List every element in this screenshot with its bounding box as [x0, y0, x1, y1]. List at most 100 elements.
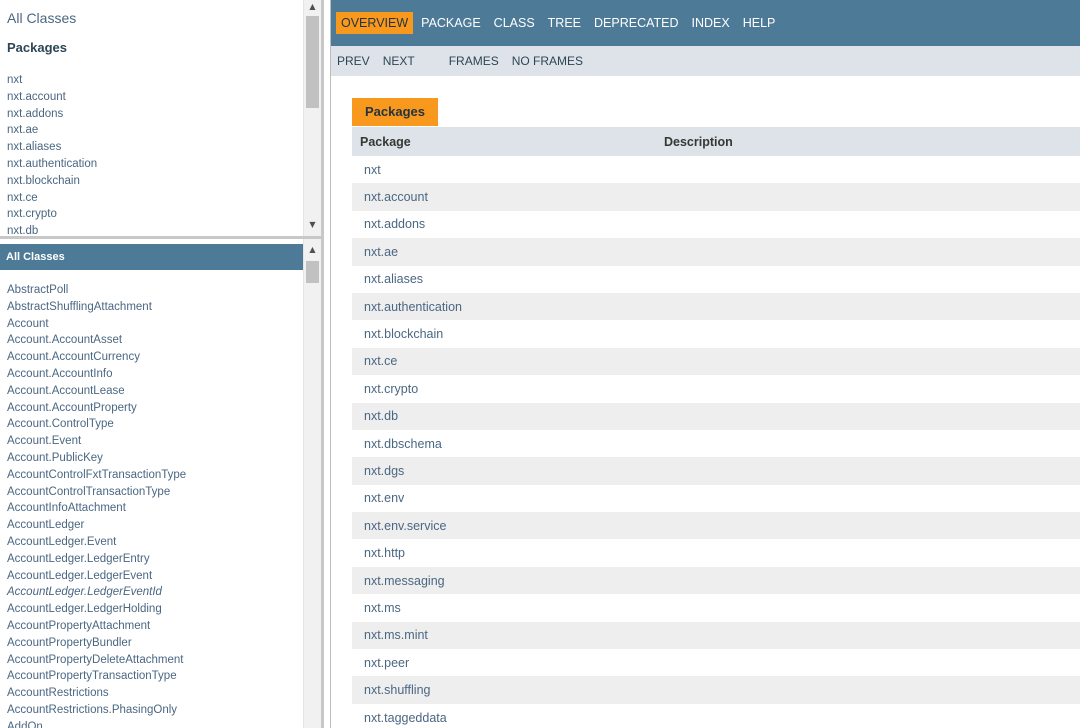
package-description — [664, 156, 1080, 184]
package-link[interactable]: nxt.crypto — [7, 206, 97, 223]
table-row: nxt.http — [352, 539, 1080, 567]
package-link[interactable]: nxt.authentication — [352, 292, 664, 321]
table-row: nxt.ae — [352, 238, 1080, 266]
packages-table: Package Description nxt nxt.account nxt.ad… — [352, 127, 1080, 728]
nav-deprecated[interactable]: DEPRECATED — [589, 12, 684, 34]
package-link[interactable]: nxt.account — [352, 183, 664, 211]
class-link[interactable]: AccountLedger.LedgerEntry — [7, 551, 186, 568]
class-link[interactable]: AccountInfoAttachment — [7, 500, 186, 517]
scrollbar-thumb[interactable] — [306, 16, 319, 108]
package-description — [664, 347, 1080, 376]
packages-frame: All Classes Packages nxt nxt.account nxt.a… — [0, 0, 324, 236]
class-link[interactable]: AbstractPoll — [7, 282, 186, 299]
package-description — [664, 566, 1080, 595]
package-link[interactable]: nxt.db — [352, 402, 664, 430]
class-link[interactable]: Account.AccountLease — [7, 383, 186, 400]
package-description — [664, 512, 1080, 540]
package-link[interactable]: nxt.addons — [352, 210, 664, 239]
frames-link[interactable]: FRAMES — [449, 54, 499, 68]
class-link[interactable]: AccountLedger.Event — [7, 534, 186, 551]
scroll-up-arrow-icon[interactable]: ▲ — [304, 0, 321, 14]
package-description — [664, 676, 1080, 704]
all-classes-link[interactable]: All Classes — [7, 10, 76, 26]
table-row: nxt.crypto — [352, 375, 1080, 403]
nav-index[interactable]: INDEX — [687, 12, 735, 34]
package-link[interactable]: nxt.db — [7, 223, 97, 236]
packages-heading: Packages — [7, 40, 67, 55]
package-link[interactable]: nxt.http — [352, 539, 664, 567]
package-link[interactable]: nxt.blockchain — [7, 173, 97, 190]
package-description — [664, 621, 1080, 650]
table-row: nxt.account — [352, 183, 1080, 211]
table-row: nxt.env.service — [352, 512, 1080, 540]
package-link[interactable]: nxt.ms.mint — [352, 621, 664, 650]
package-link[interactable]: nxt.ae — [352, 238, 664, 266]
scrollbar-thumb[interactable] — [306, 261, 319, 283]
class-link[interactable]: Account.Event — [7, 433, 186, 450]
class-link[interactable]: AccountControlFxtTransactionType — [7, 467, 186, 484]
class-link[interactable]: Account.PublicKey — [7, 450, 186, 467]
package-description — [664, 457, 1080, 485]
package-link[interactable]: nxt.crypto — [352, 375, 664, 403]
scroll-down-arrow-icon[interactable]: ▼ — [304, 218, 321, 232]
class-link[interactable]: AccountControlTransactionType — [7, 484, 186, 501]
scroll-up-arrow-icon[interactable]: ▲ — [304, 243, 321, 257]
class-link[interactable]: Account — [7, 316, 186, 333]
table-row: nxt.taggeddata — [352, 703, 1080, 728]
top-nav-bar: OVERVIEW PACKAGE CLASS TREE DEPRECATED I… — [331, 0, 1080, 46]
package-link[interactable]: nxt.ae — [7, 122, 97, 139]
table-row: nxt — [352, 156, 1080, 184]
no-frames-link[interactable]: NO FRAMES — [512, 54, 583, 68]
class-link[interactable]: Account.AccountAsset — [7, 332, 186, 349]
class-link[interactable]: AddOn — [7, 719, 186, 728]
class-link[interactable]: Account.AccountInfo — [7, 366, 186, 383]
overview-frame: OVERVIEW PACKAGE CLASS TREE DEPRECATED I… — [330, 0, 1080, 728]
class-link[interactable]: AccountPropertyBundler — [7, 635, 186, 652]
package-link[interactable]: nxt.account — [7, 89, 97, 106]
package-link[interactable]: nxt.aliases — [352, 265, 664, 293]
package-description — [664, 238, 1080, 266]
package-link[interactable]: nxt.peer — [352, 649, 664, 677]
package-link[interactable]: nxt.taggeddata — [352, 703, 664, 728]
class-link[interactable]: AccountPropertyTransactionType — [7, 668, 186, 685]
package-link[interactable]: nxt.ce — [352, 347, 664, 376]
table-row: nxt.env — [352, 484, 1080, 513]
package-link[interactable]: nxt.dbschema — [352, 429, 664, 458]
class-link[interactable]: AbstractShufflingAttachment — [7, 299, 186, 316]
package-link[interactable]: nxt.env — [352, 484, 664, 513]
class-link[interactable]: AccountRestrictions — [7, 685, 186, 702]
sub-nav-bar: PREV NEXT FRAMES NO FRAMES — [331, 46, 1080, 76]
class-link[interactable]: AccountRestrictions.PhasingOnly — [7, 702, 186, 719]
package-link[interactable]: nxt.ce — [7, 190, 97, 207]
package-link[interactable]: nxt.ms — [352, 594, 664, 622]
class-link[interactable]: AccountLedger.LedgerEventId — [7, 584, 186, 601]
package-link[interactable]: nxt.messaging — [352, 566, 664, 595]
class-link[interactable]: Account.AccountCurrency — [7, 349, 186, 366]
package-link[interactable]: nxt.dgs — [352, 457, 664, 485]
package-link[interactable]: nxt.addons — [7, 106, 97, 123]
package-link[interactable]: nxt.aliases — [7, 139, 97, 156]
class-link[interactable]: AccountLedger — [7, 517, 186, 534]
nav-help[interactable]: HELP — [738, 12, 781, 34]
class-link[interactable]: AccountPropertyDeleteAttachment — [7, 652, 186, 669]
package-link[interactable]: nxt.authentication — [7, 156, 97, 173]
package-link[interactable]: nxt — [7, 72, 97, 89]
packages-scrollbar[interactable]: ▲ ▼ — [303, 0, 321, 236]
class-link[interactable]: AccountPropertyAttachment — [7, 618, 186, 635]
package-link[interactable]: nxt.env.service — [352, 512, 664, 540]
table-row: nxt.dbschema — [352, 429, 1080, 458]
table-row: nxt.authentication — [352, 292, 1080, 321]
nav-tree[interactable]: TREE — [543, 12, 586, 34]
package-link[interactable]: nxt — [352, 156, 664, 184]
classes-scrollbar[interactable]: ▲ — [303, 239, 321, 728]
class-link[interactable]: AccountLedger.LedgerHolding — [7, 601, 186, 618]
package-link[interactable]: nxt.shuffling — [352, 676, 664, 704]
nav-class: CLASS — [493, 16, 535, 30]
table-row: nxt.messaging — [352, 566, 1080, 595]
class-link[interactable]: Account.ControlType — [7, 416, 186, 433]
next-label: NEXT — [382, 54, 415, 68]
column-header-description: Description — [664, 127, 1080, 156]
class-link[interactable]: Account.AccountProperty — [7, 400, 186, 417]
package-link[interactable]: nxt.blockchain — [352, 320, 664, 348]
class-link[interactable]: AccountLedger.LedgerEvent — [7, 568, 186, 585]
